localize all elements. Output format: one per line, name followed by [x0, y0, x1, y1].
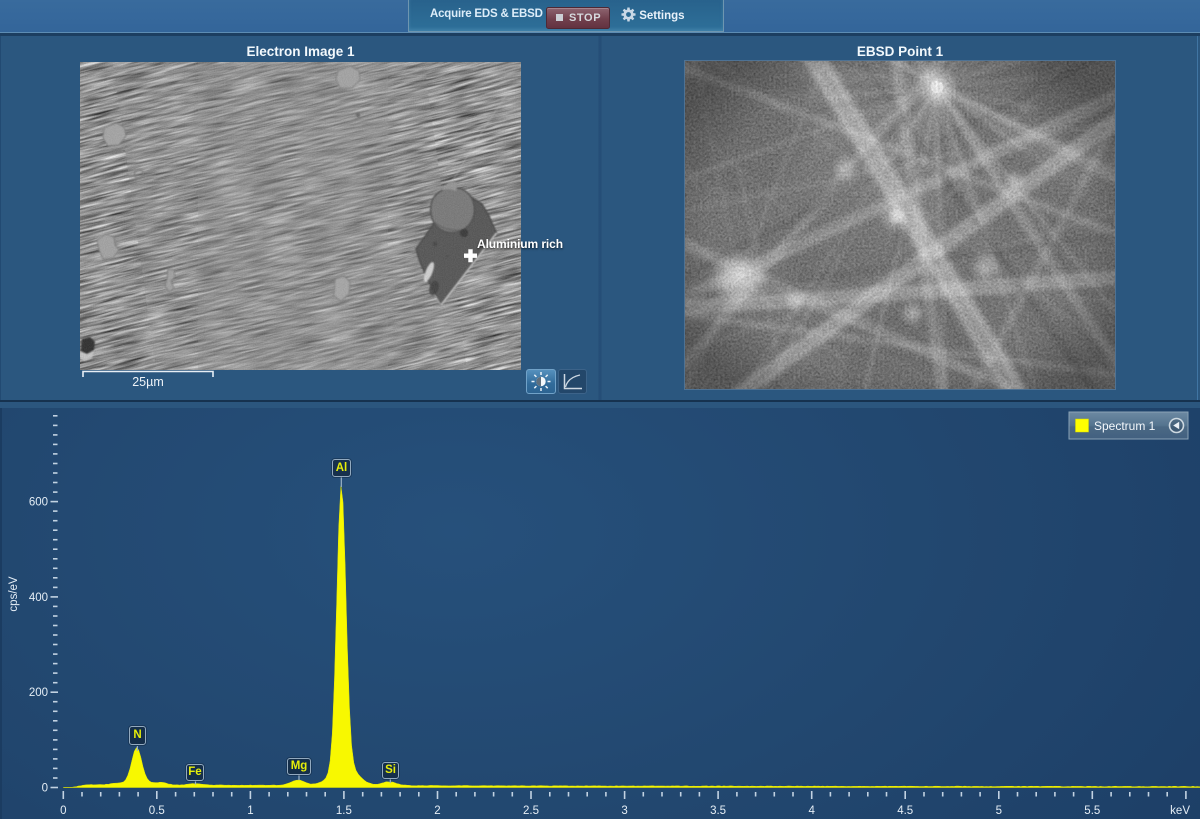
svg-text:0: 0 [60, 805, 66, 817]
svg-text:600: 600 [29, 497, 48, 509]
svg-text:25µm: 25µm [132, 375, 164, 389]
svg-text:cps/eV: cps/eV [8, 576, 20, 611]
svg-text:0.5: 0.5 [149, 805, 165, 817]
svg-text:5: 5 [996, 805, 1002, 817]
svg-text:4: 4 [808, 805, 815, 817]
svg-text:Spectrum 1: Spectrum 1 [1094, 419, 1156, 433]
svg-text:4.5: 4.5 [897, 805, 913, 817]
svg-text:200: 200 [29, 687, 48, 699]
svg-text:3: 3 [621, 805, 627, 817]
svg-text:400: 400 [29, 592, 48, 604]
svg-text:keV: keV [1170, 805, 1190, 817]
svg-text:2.5: 2.5 [523, 805, 539, 817]
svg-text:1.5: 1.5 [336, 805, 352, 817]
svg-text:0: 0 [42, 783, 48, 795]
svg-text:2: 2 [434, 805, 440, 817]
svg-text:5.5: 5.5 [1084, 805, 1100, 817]
svg-text:1: 1 [247, 805, 253, 817]
svg-text:3.5: 3.5 [710, 805, 726, 817]
